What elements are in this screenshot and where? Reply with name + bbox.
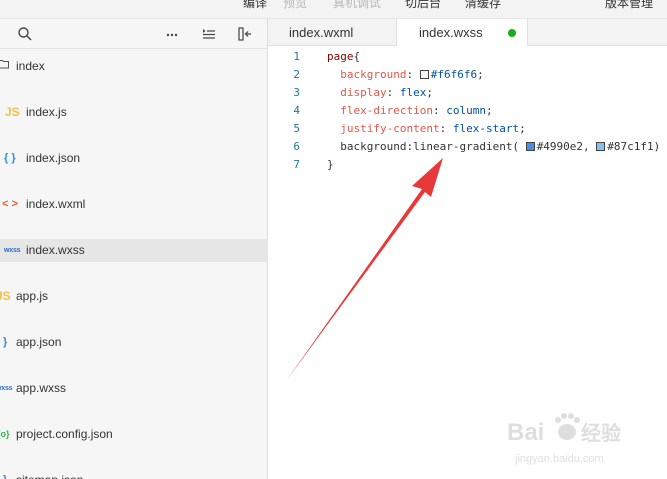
watermark-url: jingyan.baidu.com [514, 453, 604, 465]
paw-icon [555, 413, 580, 440]
annotation-arrow-icon [286, 158, 443, 381]
watermark-tail: 经验 [581, 421, 621, 445]
watermark-brand: Bai [507, 419, 544, 446]
baidu-jingyan-watermark: Bai 经验 jingyan.baidu.com [507, 413, 621, 465]
